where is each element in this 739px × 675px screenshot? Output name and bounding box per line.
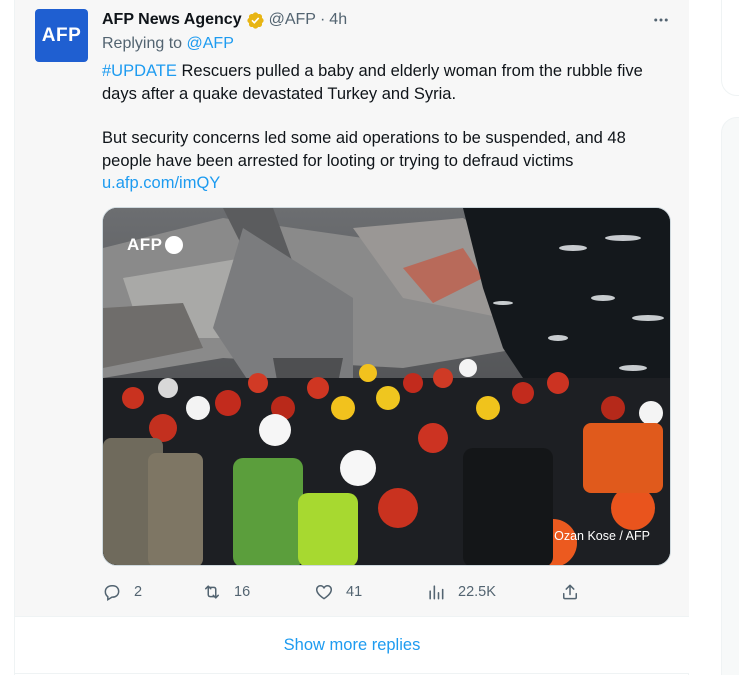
tweet-thread: AFP AFP News Agency @AFP · 4h Replying t… [14,0,689,675]
reply-button[interactable]: 2 [102,580,142,604]
verified-badge-icon [246,11,264,29]
like-button[interactable]: 41 [314,580,362,604]
avatar[interactable]: AFP [35,9,88,62]
separator-dot: · [319,11,326,28]
tweet-text-line1: Rescuers pulled a baby and elderly woman… [102,62,643,103]
share-button[interactable] [560,580,580,604]
more-horizontal-icon [654,18,668,22]
analytics-bar-icon [429,585,444,600]
sidebar-card-bottom [721,117,739,675]
replying-label: Replying to [102,35,183,52]
afp-watermark-logo: AFP [127,235,183,255]
replying-to: Replying to @AFP [102,35,234,53]
watermark-text: AFP [127,235,163,254]
hashtag-link[interactable]: #UPDATE [102,62,177,80]
replying-mention-link[interactable]: @AFP [187,35,234,52]
reply-count: 2 [134,584,143,600]
like-count: 41 [346,584,363,600]
share-upload-icon [563,584,577,600]
retweet-count: 16 [234,584,251,600]
display-name[interactable]: AFP News Agency [102,11,242,29]
handle[interactable]: @AFP [269,11,316,29]
tweet-photo[interactable]: AFP Ozan Kose / AFP [102,207,671,566]
tweet-actions: 2 16 41 22.5K [102,580,582,604]
timestamp[interactable]: 4h [329,11,347,29]
more-options-button[interactable] [651,10,671,30]
tweet-text-line2: But security concerns led some aid opera… [102,129,626,170]
avatar-text: AFP [41,24,82,46]
tweet[interactable]: AFP AFP News Agency @AFP · 4h Replying t… [15,0,689,617]
heart-icon [315,584,333,600]
article-link[interactable]: u.afp.com/imQY [102,174,220,192]
retweet-button[interactable]: 16 [202,580,250,604]
show-more-replies-button[interactable]: Show more replies [15,617,689,674]
watermark-circle-icon [164,236,183,254]
tweet-header: AFP News Agency @AFP · 4h [102,10,677,30]
tweet-text: #UPDATE Rescuers pulled a baby and elder… [102,60,677,195]
views-button[interactable]: 22.5K [426,580,496,604]
photo-credit: Ozan Kose / AFP [554,529,650,543]
sidebar-card-top [721,0,739,96]
reply-icon [104,585,120,601]
retweet-icon [205,585,219,599]
rescue-scene-photo [103,208,670,565]
views-count: 22.5K [458,584,496,600]
